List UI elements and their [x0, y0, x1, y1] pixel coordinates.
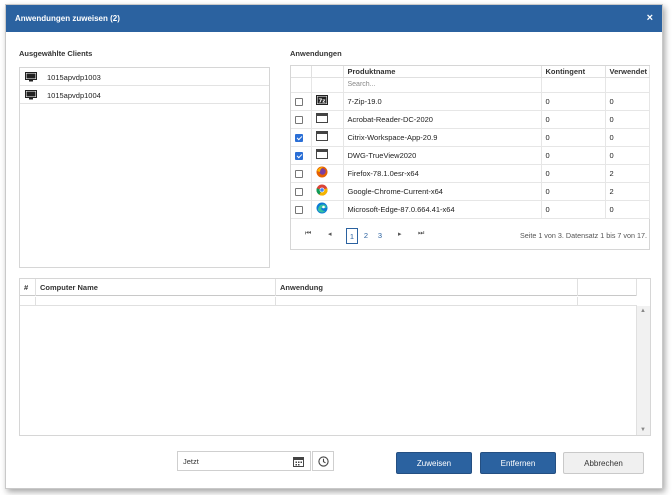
- page-3-link[interactable]: 3: [374, 228, 386, 244]
- apps-label: Anwendungen: [290, 49, 342, 58]
- app-quota: 0: [541, 92, 606, 111]
- product-column-header[interactable]: Produktname: [343, 66, 542, 78]
- app-row[interactable]: Firefox-78.1.0esr-x64 0 2: [291, 164, 650, 183]
- row-checkbox[interactable]: [295, 169, 303, 178]
- remove-button[interactable]: Entfernen: [480, 452, 556, 474]
- app-name: Citrix-Workspace-App-20.9: [343, 128, 542, 147]
- assign-button[interactable]: Zuweisen: [396, 452, 472, 474]
- 7zip-icon: 7z: [315, 95, 328, 105]
- app-used: 0: [605, 92, 650, 111]
- results-scrollbar[interactable]: ▲ ▼: [636, 306, 650, 435]
- app-row[interactable]: Acrobat-Reader-DC-2020 0 0: [291, 110, 650, 129]
- apps-header-row: Produktname Kontingent Verwendet: [291, 66, 650, 78]
- firefox-icon: [316, 166, 327, 178]
- app-used: 2: [605, 164, 650, 183]
- used-column-header[interactable]: Verwendet: [605, 66, 650, 78]
- app-name: Google-Chrome-Current-x64: [343, 182, 542, 201]
- date-field: [177, 451, 311, 471]
- time-picker-button[interactable]: [312, 451, 334, 471]
- row-checkbox[interactable]: [295, 97, 303, 106]
- close-icon[interactable]: ×: [647, 12, 653, 24]
- cancel-button[interactable]: Abbrechen: [563, 452, 644, 474]
- page-2-link[interactable]: 2: [360, 228, 372, 244]
- app-row[interactable]: 7z 7-Zip-19.0 0 0: [291, 92, 650, 111]
- app-quota: 0: [541, 182, 606, 201]
- apps-grid: Produktname Kontingent Verwendet 7z 7-Zi…: [290, 65, 650, 250]
- calendar-icon[interactable]: [293, 456, 304, 467]
- client-name: 1015apvdp1003: [47, 73, 101, 82]
- edge-icon: [316, 202, 327, 214]
- application-column-header[interactable]: Anwendung: [276, 279, 578, 296]
- client-name: 1015apvdp1004: [47, 91, 101, 100]
- index-column-header: #: [20, 279, 36, 296]
- app-row[interactable]: Microsoft-Edge-87.0.664.41-x64 0 0: [291, 200, 650, 219]
- pager-info: Seite 1 von 3. Datensatz 1 bis 7 von 17.: [519, 231, 647, 240]
- app-row[interactable]: Google-Chrome-Current-x64 0 2: [291, 182, 650, 201]
- app-quota: 0: [541, 128, 606, 147]
- row-checkbox[interactable]: [295, 187, 303, 196]
- clock-icon: [318, 456, 329, 467]
- assignment-results-grid: # Computer Name Anwendung ▲ ▼: [19, 278, 651, 436]
- row-checkbox[interactable]: [295, 205, 303, 214]
- results-filter-row: [20, 297, 637, 306]
- filter-row: [291, 77, 650, 93]
- app-window-icon: [315, 149, 328, 159]
- row-checkbox[interactable]: [295, 133, 303, 142]
- prev-page-icon[interactable]: ◂: [328, 230, 332, 238]
- clients-list: 1015apvdp1003 1015apvdp1004: [19, 67, 270, 268]
- app-used: 0: [605, 110, 650, 129]
- app-window-icon: [315, 131, 328, 141]
- app-used: 2: [605, 182, 650, 201]
- app-used: 0: [605, 128, 650, 147]
- product-search-input[interactable]: [347, 78, 538, 91]
- row-checkbox[interactable]: [295, 151, 303, 160]
- apps-table: Produktname Kontingent Verwendet 7z 7-Zi…: [291, 66, 650, 219]
- app-row[interactable]: DWG-TrueView2020 0 0: [291, 146, 650, 165]
- app-window-icon: [315, 113, 328, 123]
- scroll-down-icon[interactable]: ▼: [640, 427, 646, 433]
- quota-column-header[interactable]: Kontingent: [541, 66, 606, 78]
- app-used: 0: [605, 146, 650, 165]
- app-quota: 0: [541, 110, 606, 129]
- apps-pager: ⏮ ◂ 1 2 3 ▸ ⏭ Seite 1 von 3. Datensatz 1…: [291, 226, 649, 246]
- monitor-icon: [25, 90, 37, 100]
- page-1-link[interactable]: 1: [346, 228, 358, 244]
- date-input[interactable]: [183, 455, 283, 468]
- first-page-icon[interactable]: ⏮: [305, 230, 311, 238]
- computer-column-header[interactable]: Computer Name: [36, 279, 276, 296]
- clients-label: Ausgewählte Clients: [19, 49, 93, 58]
- app-name: Microsoft-Edge-87.0.664.41-x64: [343, 200, 542, 219]
- select-column-header: [291, 66, 312, 78]
- svg-text:7z: 7z: [318, 99, 325, 105]
- results-header-row: # Computer Name Anwendung: [20, 279, 637, 296]
- chrome-icon: [316, 184, 327, 196]
- app-quota: 0: [541, 146, 606, 165]
- row-checkbox[interactable]: [295, 115, 303, 124]
- icon-column-header: [311, 66, 344, 78]
- scroll-up-icon[interactable]: ▲: [640, 308, 646, 314]
- extra-column-header: [578, 279, 637, 296]
- client-row[interactable]: 1015apvdp1003: [20, 68, 269, 86]
- last-page-icon[interactable]: ⏭: [418, 230, 424, 238]
- client-row[interactable]: 1015apvdp1004: [20, 86, 269, 104]
- app-used: 0: [605, 200, 650, 219]
- app-row[interactable]: Citrix-Workspace-App-20.9 0 0: [291, 128, 650, 147]
- assign-apps-dialog: Anwendungen zuweisen (2) × Ausgewählte C…: [5, 4, 663, 489]
- next-page-icon[interactable]: ▸: [398, 230, 402, 238]
- monitor-icon: [25, 72, 37, 82]
- app-quota: 0: [541, 164, 606, 183]
- dialog-titlebar: Anwendungen zuweisen (2) ×: [6, 5, 662, 32]
- app-quota: 0: [541, 200, 606, 219]
- app-name: 7-Zip-19.0: [343, 92, 542, 111]
- app-name: Firefox-78.1.0esr-x64: [343, 164, 542, 183]
- app-name: Acrobat-Reader-DC-2020: [343, 110, 542, 129]
- app-name: DWG-TrueView2020: [343, 146, 542, 165]
- dialog-title: Anwendungen zuweisen (2): [15, 14, 120, 23]
